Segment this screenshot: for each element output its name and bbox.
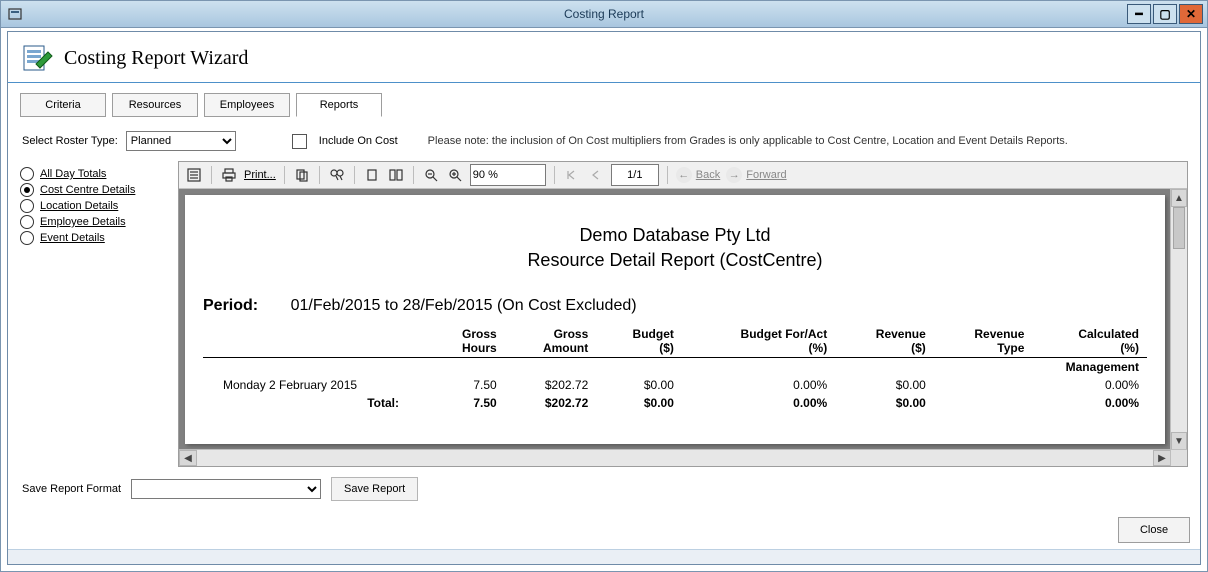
nav-back[interactable]: ← Back — [676, 167, 720, 183]
wizard-icon — [22, 42, 54, 74]
horizontal-scrollbar[interactable]: ◀ ▶ — [179, 449, 1171, 466]
scroll-right-icon[interactable]: ▶ — [1153, 450, 1171, 466]
report-page: Demo Database Pty Ltd Resource Detail Re… — [185, 195, 1165, 444]
report-title: Resource Detail Report (CostCentre) — [203, 250, 1147, 271]
maximize-button[interactable]: ▢ — [1153, 4, 1177, 24]
opt-event-details[interactable]: Event Details — [20, 231, 170, 245]
tab-reports[interactable]: Reports — [296, 93, 382, 117]
vertical-scrollbar[interactable]: ▲ ▼ — [1170, 189, 1187, 450]
tab-resources[interactable]: Resources — [112, 93, 198, 117]
roster-row: Select Roster Type: Planned Include On C… — [22, 131, 1186, 151]
radio-icon — [20, 167, 34, 181]
report-period: Period: 01/Feb/2015 to 28/Feb/2015 (On C… — [203, 297, 1147, 315]
titlebar: Costing Report ━ ▢ ✕ — [1, 1, 1207, 28]
col-budget-pct: Budget For/Act(%) — [682, 325, 835, 358]
report-canvas: Demo Database Pty Ltd Resource Detail Re… — [179, 189, 1187, 466]
on-cost-note: Please note: the inclusion of On Cost mu… — [428, 135, 1068, 147]
col-revenue: Revenue($) — [835, 325, 934, 358]
total-row: Total: 7.50 $202.72 $0.00 0.00% $0.00 0.… — [203, 394, 1147, 412]
wizard-header: Costing Report Wizard — [8, 32, 1200, 80]
report-company: Demo Database Pty Ltd — [203, 225, 1147, 246]
include-on-cost-checkbox[interactable] — [292, 134, 307, 149]
header-rule — [8, 82, 1200, 83]
opt-employee-details[interactable]: Employee Details — [20, 215, 170, 229]
wizard-panel: Costing Report Wizard Criteria Resources… — [7, 31, 1201, 565]
app-sysmenu-icon[interactable] — [7, 6, 23, 22]
prev-page-icon[interactable] — [587, 165, 605, 185]
save-row: Save Report Format Save Report — [22, 477, 1186, 501]
table-row: Monday 2 February 2015 7.50 $202.72 $0.0… — [203, 376, 1147, 394]
radio-icon — [20, 183, 34, 197]
toc-icon[interactable] — [185, 165, 203, 185]
opt-location-details[interactable]: Location Details — [20, 199, 170, 213]
report-table: GrossHours GrossAmount Budget($) Budget … — [203, 325, 1147, 412]
wizard-footer: Close — [8, 511, 1200, 549]
roster-type-select[interactable]: Planned — [126, 131, 236, 151]
content-area: Criteria Resources Employees Reports Sel… — [8, 93, 1200, 511]
col-budget: Budget($) — [596, 325, 682, 358]
col-calculated: Calculated(%) — [1032, 325, 1147, 358]
report-options: All Day Totals Cost Centre Details Locat… — [20, 161, 170, 467]
zoom-combo[interactable] — [470, 164, 546, 186]
close-window-button[interactable]: ✕ — [1179, 4, 1203, 24]
copy-icon[interactable] — [293, 165, 311, 185]
multi-page-icon[interactable] — [387, 165, 405, 185]
close-button[interactable]: Close — [1118, 517, 1190, 543]
scroll-corner — [1170, 449, 1187, 466]
status-bar — [8, 549, 1200, 564]
col-revenue-type: RevenueType — [934, 325, 1033, 358]
page-field[interactable] — [611, 164, 659, 186]
window-title: Costing Report — [564, 7, 644, 21]
print-button[interactable]: Print... — [244, 169, 276, 181]
tab-criteria[interactable]: Criteria — [20, 93, 106, 117]
single-page-icon[interactable] — [363, 165, 381, 185]
find-icon[interactable] — [328, 165, 346, 185]
col-gross-amount: GrossAmount — [505, 325, 597, 358]
include-on-cost-label: Include On Cost — [319, 135, 398, 147]
opt-cost-centre-details[interactable]: Cost Centre Details — [20, 183, 170, 197]
back-arrow-icon: ← — [676, 167, 692, 183]
report-viewer: Print... — [178, 161, 1188, 467]
radio-icon — [20, 215, 34, 229]
opt-all-day-totals[interactable]: All Day Totals — [20, 167, 170, 181]
zoom-in-icon[interactable] — [446, 165, 464, 185]
window-root: Costing Report ━ ▢ ✕ Costing Report Wiza… — [0, 0, 1208, 572]
first-page-icon[interactable] — [563, 165, 581, 185]
roster-label: Select Roster Type: — [22, 135, 118, 147]
nav-forward[interactable]: → Forward — [726, 167, 786, 183]
viewer-toolbar: Print... — [179, 162, 1187, 189]
zoom-out-icon[interactable] — [422, 165, 440, 185]
radio-icon — [20, 231, 34, 245]
save-format-select[interactable] — [131, 479, 321, 499]
radio-icon — [20, 199, 34, 213]
scroll-thumb[interactable] — [1173, 207, 1185, 249]
printer-icon[interactable] — [220, 165, 238, 185]
work-area: All Day Totals Cost Centre Details Locat… — [20, 161, 1188, 467]
scroll-down-icon[interactable]: ▼ — [1171, 432, 1187, 450]
col-gross-hours: GrossHours — [429, 325, 505, 358]
tab-employees[interactable]: Employees — [204, 93, 290, 117]
wizard-title: Costing Report Wizard — [64, 47, 248, 70]
group-header: Management — [203, 358, 1147, 377]
tab-bar: Criteria Resources Employees Reports — [20, 93, 1188, 117]
window-buttons: ━ ▢ ✕ — [1127, 4, 1203, 24]
forward-arrow-icon: → — [726, 167, 742, 183]
save-format-label: Save Report Format — [22, 483, 121, 495]
minimize-button[interactable]: ━ — [1127, 4, 1151, 24]
scroll-up-icon[interactable]: ▲ — [1171, 189, 1187, 207]
scroll-left-icon[interactable]: ◀ — [179, 450, 197, 466]
save-report-button[interactable]: Save Report — [331, 477, 418, 501]
